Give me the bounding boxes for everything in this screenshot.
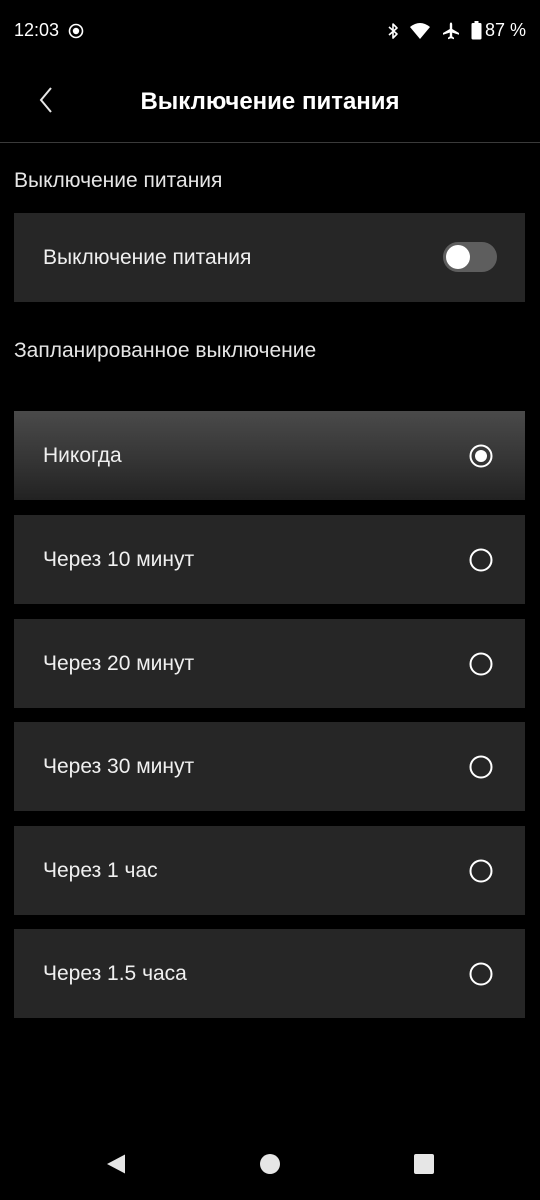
- radio-unselected-icon[interactable]: [469, 548, 493, 572]
- page-title: Выключение питания: [140, 88, 400, 115]
- schedule-option-1hour[interactable]: Через 1 час: [14, 826, 525, 915]
- schedule-option-1-5hours[interactable]: Через 1.5 часа: [14, 929, 525, 1018]
- schedule-option-10min[interactable]: Через 10 минут: [14, 515, 525, 604]
- recents-square-icon: [413, 1153, 435, 1180]
- schedule-option-never[interactable]: Никогда: [14, 411, 525, 500]
- schedule-option-30min[interactable]: Через 30 минут: [14, 722, 525, 811]
- power-toggle-switch[interactable]: [443, 242, 497, 272]
- radio-unselected-icon[interactable]: [469, 755, 493, 779]
- app-header: Выключение питания: [0, 64, 540, 142]
- back-triangle-icon: [105, 1153, 127, 1180]
- status-bar: 12:03 87 %: [0, 0, 540, 64]
- power-section-title: Выключение питания: [14, 169, 223, 192]
- status-icons: 87 %: [387, 20, 526, 41]
- option-label: Через 1.5 часа: [43, 962, 187, 985]
- nav-home-button[interactable]: [256, 1152, 284, 1180]
- option-label: Через 30 минут: [43, 755, 195, 778]
- screen-record-icon: [68, 23, 84, 39]
- option-label: Через 10 минут: [43, 548, 195, 571]
- header-divider: [0, 142, 540, 143]
- wifi-icon: [409, 22, 431, 40]
- option-label: Через 1 час: [43, 859, 158, 882]
- home-circle-icon: [259, 1153, 281, 1180]
- battery-indicator: 87 %: [471, 20, 526, 41]
- schedule-option-20min[interactable]: Через 20 минут: [14, 619, 525, 708]
- nav-recents-button[interactable]: [410, 1152, 438, 1180]
- power-toggle-label: Выключение питания: [43, 246, 252, 269]
- toggle-knob: [446, 245, 470, 269]
- nav-back-button[interactable]: [102, 1152, 130, 1180]
- battery-percent: 87 %: [484, 20, 526, 40]
- option-label: Через 20 минут: [43, 652, 195, 675]
- radio-unselected-icon[interactable]: [469, 652, 493, 676]
- radio-unselected-icon[interactable]: [469, 962, 493, 986]
- status-time: 12:03: [14, 20, 60, 40]
- power-toggle-row[interactable]: Выключение питания: [14, 213, 525, 302]
- radio-unselected-icon[interactable]: [469, 859, 493, 883]
- option-label: Никогда: [43, 444, 122, 467]
- radio-selected-icon[interactable]: [469, 444, 493, 468]
- airplane-mode-icon: [441, 21, 461, 41]
- bluetooth-icon: [387, 22, 399, 40]
- schedule-section-title: Запланированное выключение: [14, 339, 317, 362]
- system-nav-bar: [0, 1130, 540, 1200]
- battery-icon: [471, 21, 482, 40]
